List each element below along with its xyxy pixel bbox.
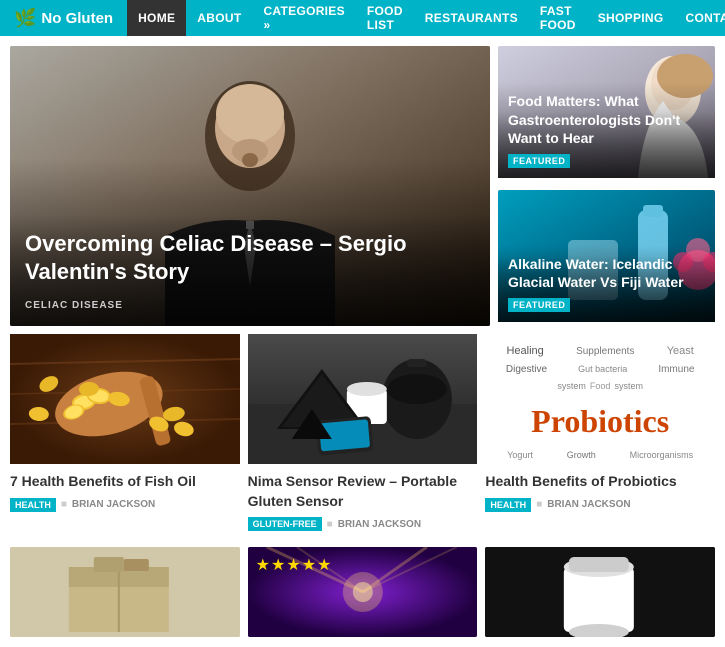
hero-side-card-2[interactable]: Alkaline Water: Icelandic Glacial Water … <box>498 190 715 326</box>
card-probiotics[interactable]: Healing Supplements Yeast Digestive Gut … <box>485 334 715 539</box>
card-nima-meta: GLUTEN-FREE ■ BRIAN JACKSON <box>248 517 478 531</box>
card-nima-title: Nima Sensor Review – Portable Gluten Sen… <box>248 472 478 511</box>
hero-main-card[interactable]: Overcoming Celiac Disease – Sergio Valen… <box>10 46 490 326</box>
probiotics-main-word: Probiotics <box>531 396 669 447</box>
site-logo[interactable]: 🌿 No Gluten <box>0 8 127 29</box>
card-probiotics-meta: HEALTH ■ BRIAN JACKSON <box>485 498 715 512</box>
hero-side-cards: Food Matters: What Gastroenterologists D… <box>498 46 715 326</box>
nav-item-foodlist[interactable]: FOOD LIST <box>356 0 414 36</box>
main-content: Overcoming Celiac Disease – Sergio Valen… <box>0 36 725 647</box>
card-nima-tag: GLUTEN-FREE <box>248 517 322 531</box>
side-card-1-tag: FEATURED <box>508 154 570 168</box>
card-nima-sensor[interactable]: Nima Sensor Review – Portable Gluten Sen… <box>248 334 478 539</box>
card-nima-body: Nima Sensor Review – Portable Gluten Sen… <box>248 464 478 539</box>
cards-row: 7 Health Benefits of Fish Oil HEALTH ■ B… <box>10 334 715 539</box>
nav-item-home[interactable]: HOME <box>127 0 186 36</box>
card-fish-oil-meta: HEALTH ■ BRIAN JACKSON <box>10 498 240 512</box>
nav-item-fastfood[interactable]: FAST FOOD <box>529 0 587 36</box>
card-probiotics-title: Health Benefits of Probiotics <box>485 472 715 492</box>
hero-main-tag: CELIAC DISEASE <box>25 300 123 311</box>
hero-main-overlay: Overcoming Celiac Disease – Sergio Valen… <box>10 215 490 326</box>
card-probiotics-author: BRIAN JACKSON <box>547 499 630 510</box>
card-probiotics-body: Health Benefits of Probiotics HEALTH ■ B… <box>485 464 715 520</box>
side-card-2-title: Alkaline Water: Icelandic Glacial Water … <box>508 255 705 291</box>
nav-item-restaurants[interactable]: RESTAURANTS <box>414 0 529 36</box>
card-fish-oil-tag: HEALTH <box>10 498 56 512</box>
nav-item-categories[interactable]: CATEGORIES » <box>252 0 355 36</box>
star-rating: ★★★★★ <box>256 557 333 574</box>
stars-overlay: ★★★★★ <box>256 555 333 575</box>
hero-row: Overcoming Celiac Disease – Sergio Valen… <box>10 46 715 326</box>
card-probiotics-tag: HEALTH <box>485 498 531 512</box>
hero-main-title: Overcoming Celiac Disease – Sergio Valen… <box>25 230 475 287</box>
side-card-2-tag: FEATURED <box>508 298 570 312</box>
nav-item-about[interactable]: ABOUT <box>186 0 252 36</box>
card-nima-author: BRIAN JACKSON <box>338 519 421 530</box>
card-fish-oil-body: 7 Health Benefits of Fish Oil HEALTH ■ B… <box>10 464 240 520</box>
card-fish-oil-title: 7 Health Benefits of Fish Oil <box>10 472 240 492</box>
card-nima-sensor-image <box>248 334 478 464</box>
nav-item-shopping[interactable]: SHOPPING <box>587 0 675 36</box>
site-header: 🌿 No Gluten HOME ABOUT CATEGORIES » FOOD… <box>0 0 725 36</box>
card-fish-oil[interactable]: 7 Health Benefits of Fish Oil HEALTH ■ B… <box>10 334 240 539</box>
side-card-2-overlay: Alkaline Water: Icelandic Glacial Water … <box>498 245 715 322</box>
brand-name: No Gluten <box>41 10 113 27</box>
nav-item-contact[interactable]: CONTACT <box>674 0 725 36</box>
main-nav: HOME ABOUT CATEGORIES » FOOD LIST RESTAU… <box>127 0 725 36</box>
logo-icon: 🌿 <box>14 8 36 29</box>
hero-side-card-1[interactable]: Food Matters: What Gastroenterologists D… <box>498 46 715 182</box>
card-fish-oil-image <box>10 334 240 464</box>
side-card-1-title: Food Matters: What Gastroenterologists D… <box>508 92 705 147</box>
side-card-1-overlay: Food Matters: What Gastroenterologists D… <box>498 82 715 178</box>
card-probiotics-image: Healing Supplements Yeast Digestive Gut … <box>485 334 715 464</box>
card-fish-oil-author: BRIAN JACKSON <box>72 499 155 510</box>
